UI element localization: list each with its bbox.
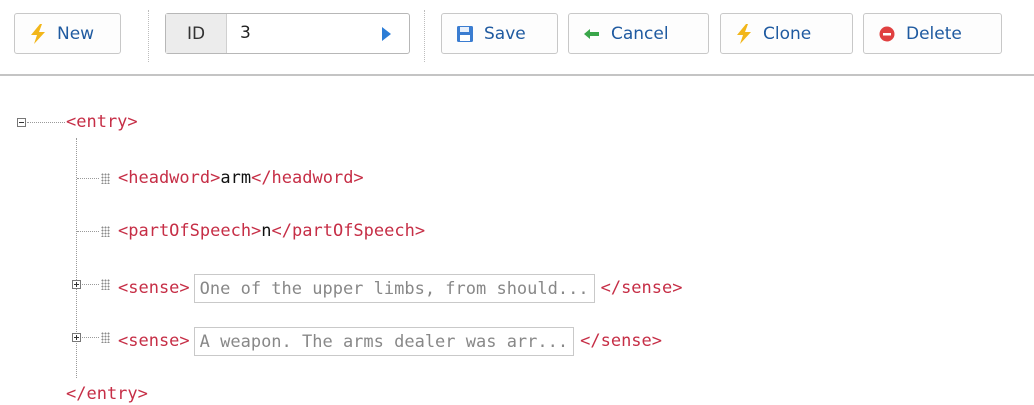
headword-close-tag: </headword> <box>251 168 364 188</box>
cancel-button[interactable]: Cancel <box>568 13 709 54</box>
delete-button[interactable]: Delete <box>863 13 1002 54</box>
drag-handle-icon[interactable] <box>101 332 110 343</box>
sense-element[interactable]: <sense> One of the upper limbs, from shou… <box>118 273 682 303</box>
clone-button-label: Clone <box>763 23 812 44</box>
toolbar-divider <box>0 74 1034 76</box>
tree-connector <box>82 337 99 338</box>
toolbar: New ID 3 Save Cancel Clone Delete <box>0 0 1034 76</box>
sense-open-tag: <sense> <box>118 331 190 351</box>
floppy-disk-icon <box>454 23 476 45</box>
pos-value[interactable]: n <box>261 221 271 241</box>
expand-toggle-icon[interactable] <box>72 280 81 289</box>
delete-button-label: Delete <box>906 23 962 44</box>
lightning-icon <box>27 23 49 45</box>
tree-connector <box>27 122 65 123</box>
new-button-label: New <box>57 23 95 44</box>
headword-value[interactable]: arm <box>220 168 251 188</box>
headword-element[interactable]: <headword>arm</headword> <box>118 167 364 189</box>
id-value[interactable]: 3 <box>240 14 251 53</box>
pos-close-tag: </partOfSpeech> <box>271 221 426 241</box>
drag-handle-icon[interactable] <box>101 226 110 237</box>
sense-close-tag: </sense> <box>580 331 663 351</box>
toolbar-separator <box>424 10 425 62</box>
lightning-icon <box>733 23 755 45</box>
arrow-left-icon <box>581 23 603 45</box>
toolbar-separator <box>148 10 149 62</box>
tree-connector <box>82 284 99 285</box>
sense-preview[interactable]: One of the upper limbs, from should... <box>193 273 595 303</box>
tree-connector <box>76 138 77 378</box>
root-open-tag[interactable]: <entry> <box>66 111 138 133</box>
delete-circle-icon <box>876 23 898 45</box>
drag-handle-icon[interactable] <box>101 173 110 184</box>
new-button[interactable]: New <box>14 13 121 54</box>
tree-connector <box>77 178 99 179</box>
pos-open-tag: <partOfSpeech> <box>118 221 262 241</box>
sense-preview[interactable]: A weapon. The arms dealer was arr... <box>193 326 575 356</box>
expand-toggle-icon[interactable] <box>72 333 81 342</box>
clone-button[interactable]: Clone <box>720 13 853 54</box>
save-button[interactable]: Save <box>441 13 558 54</box>
sense-element[interactable]: <sense> A weapon. The arms dealer was arr… <box>118 326 662 356</box>
id-label: ID <box>166 14 227 53</box>
sense-close-tag: </sense> <box>600 278 683 298</box>
root-close-tag[interactable]: </entry> <box>66 383 148 405</box>
drag-handle-icon[interactable] <box>101 279 110 290</box>
save-button-label: Save <box>484 23 526 44</box>
sense-open-tag: <sense> <box>118 278 190 298</box>
cancel-button-label: Cancel <box>611 23 669 44</box>
id-field[interactable]: ID 3 <box>165 13 410 54</box>
play-arrow-icon[interactable] <box>382 27 391 41</box>
part-of-speech-element[interactable]: <partOfSpeech>n</partOfSpeech> <box>118 220 425 242</box>
headword-open-tag: <headword> <box>118 168 221 188</box>
tree-connector <box>77 231 99 232</box>
collapse-toggle-icon[interactable] <box>17 118 26 127</box>
